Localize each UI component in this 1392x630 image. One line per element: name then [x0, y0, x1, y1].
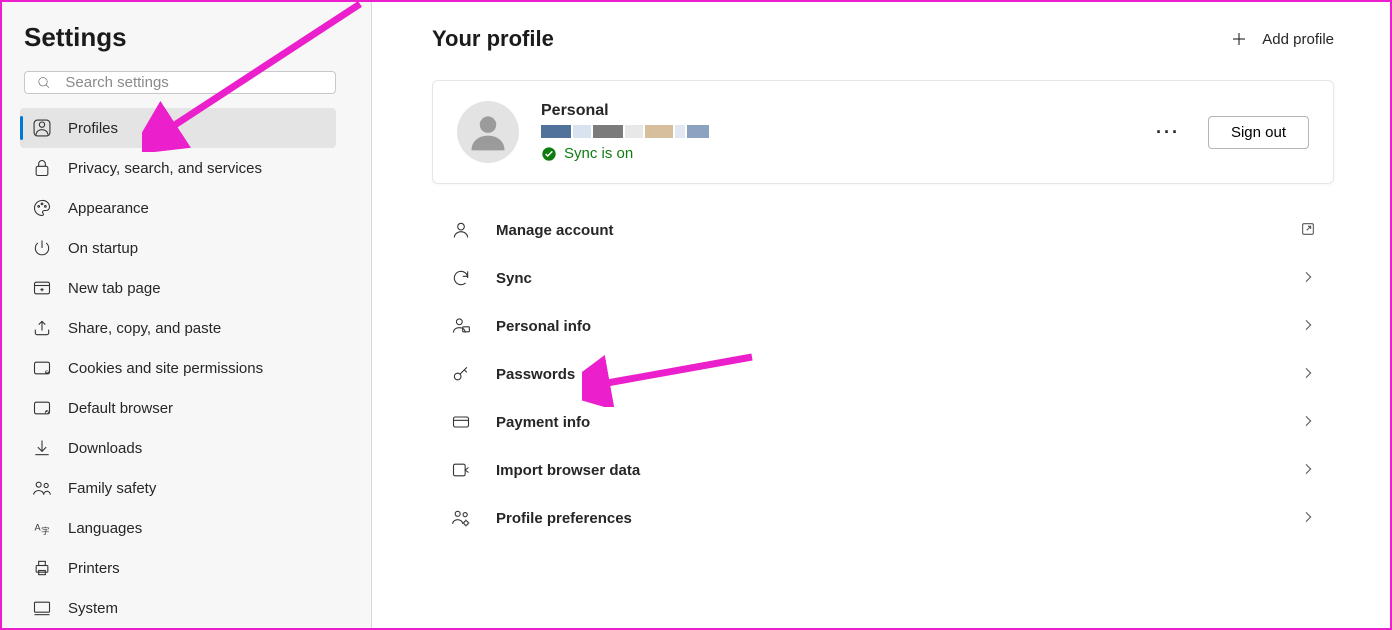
chevron-right-icon	[1300, 365, 1316, 384]
list-item-label: Passwords	[496, 366, 1300, 383]
nav-item-label: Family safety	[68, 480, 156, 497]
default-browser-icon	[32, 398, 52, 418]
list-item-label: Profile preferences	[496, 510, 1300, 527]
profile-preferences-icon	[450, 508, 472, 528]
nav-item-downloads[interactable]: Downloads	[20, 428, 336, 468]
share-icon	[32, 318, 52, 338]
settings-sidebar: Settings Profiles Privacy, search, and s…	[2, 2, 372, 628]
list-item-label: Payment info	[496, 414, 1300, 431]
add-profile-label: Add profile	[1262, 31, 1334, 48]
nav-item-appearance[interactable]: Appearance	[20, 188, 336, 228]
profile-email-redacted	[541, 125, 1156, 138]
nav-item-label: Profiles	[68, 120, 118, 137]
nav-item-default-browser[interactable]: Default browser	[20, 388, 336, 428]
profile-settings-list: Manage account Sync Personal info Passwo…	[432, 206, 1334, 542]
nav-item-label: Printers	[68, 560, 120, 577]
personal-info-icon	[450, 316, 472, 336]
list-item-label: Personal info	[496, 318, 1300, 335]
list-item-personal-info[interactable]: Personal info	[432, 302, 1334, 350]
appearance-icon	[32, 198, 52, 218]
chevron-right-icon	[1300, 461, 1316, 480]
profiles-icon	[32, 118, 52, 138]
list-item-profile-preferences[interactable]: Profile preferences	[432, 494, 1334, 542]
list-item-payment-info[interactable]: Payment info	[432, 398, 1334, 446]
nav-item-label: Privacy, search, and services	[68, 160, 262, 177]
nav-item-share-copy-paste[interactable]: Share, copy, and paste	[20, 308, 336, 348]
page-title: Your profile	[432, 26, 554, 52]
key-icon	[450, 364, 472, 384]
profile-card: Personal Sync is on ··· Sign out	[432, 80, 1334, 184]
cookies-icon	[32, 358, 52, 378]
chevron-right-icon	[1300, 509, 1316, 528]
nav-item-cookies-permissions[interactable]: Cookies and site permissions	[20, 348, 336, 388]
sign-out-button[interactable]: Sign out	[1208, 116, 1309, 149]
system-icon	[32, 598, 52, 618]
nav-item-on-startup[interactable]: On startup	[20, 228, 336, 268]
nav-item-system[interactable]: System	[20, 588, 336, 628]
add-profile-button[interactable]: Add profile	[1230, 30, 1334, 48]
check-circle-icon	[541, 146, 557, 162]
nav-item-privacy-search-services[interactable]: Privacy, search, and services	[20, 148, 336, 188]
sync-status-label: Sync is on	[564, 145, 633, 162]
nav-item-label: New tab page	[68, 280, 161, 297]
nav-item-label: Cookies and site permissions	[68, 360, 263, 377]
nav-item-label: Appearance	[68, 200, 149, 217]
family-icon	[32, 478, 52, 498]
chevron-right-icon	[1300, 269, 1316, 288]
languages-icon: A字	[32, 518, 52, 538]
list-item-passwords[interactable]: Passwords	[432, 350, 1334, 398]
nav-item-label: Languages	[68, 520, 142, 537]
chevron-right-icon	[1300, 413, 1316, 432]
nav-item-label: Share, copy, and paste	[68, 320, 221, 337]
nav-item-label: Downloads	[68, 440, 142, 457]
nav-item-family-safety[interactable]: Family safety	[20, 468, 336, 508]
nav-item-label: Default browser	[68, 400, 173, 417]
chevron-right-icon	[1300, 317, 1316, 336]
nav-item-printers[interactable]: Printers	[20, 548, 336, 588]
import-icon	[450, 460, 472, 480]
nav-item-profiles[interactable]: Profiles	[20, 108, 336, 148]
printer-icon	[32, 558, 52, 578]
nav-item-new-tab-page[interactable]: New tab page	[20, 268, 336, 308]
profile-more-button[interactable]: ···	[1156, 122, 1180, 143]
credit-card-icon	[450, 412, 472, 432]
person-icon	[450, 220, 472, 240]
sync-icon	[450, 268, 472, 288]
plus-icon	[1230, 30, 1248, 48]
list-item-label: Sync	[496, 270, 1300, 287]
lock-icon	[32, 158, 52, 178]
list-item-sync[interactable]: Sync	[432, 254, 1334, 302]
settings-title: Settings	[24, 22, 357, 53]
list-item-label: Import browser data	[496, 462, 1300, 479]
profile-name: Personal	[541, 102, 1156, 120]
sync-status: Sync is on	[541, 145, 1156, 162]
power-icon	[32, 238, 52, 258]
profile-main: Your profile Add profile Personal	[372, 2, 1390, 628]
search-settings-box[interactable]	[24, 71, 336, 94]
avatar	[457, 101, 519, 163]
search-settings-input[interactable]	[65, 74, 323, 91]
list-item-manage-account[interactable]: Manage account	[432, 206, 1334, 254]
download-icon	[32, 438, 52, 458]
nav-item-label: On startup	[68, 240, 138, 257]
nav-item-label: System	[68, 600, 118, 617]
settings-nav: Profiles Privacy, search, and services A…	[24, 108, 357, 628]
nav-item-languages[interactable]: A字 Languages	[20, 508, 336, 548]
external-link-icon	[1300, 221, 1316, 240]
list-item-import-browser-data[interactable]: Import browser data	[432, 446, 1334, 494]
search-icon	[37, 75, 51, 91]
svg-text:字: 字	[41, 526, 49, 536]
list-item-label: Manage account	[496, 222, 1300, 239]
new-tab-icon	[32, 278, 52, 298]
